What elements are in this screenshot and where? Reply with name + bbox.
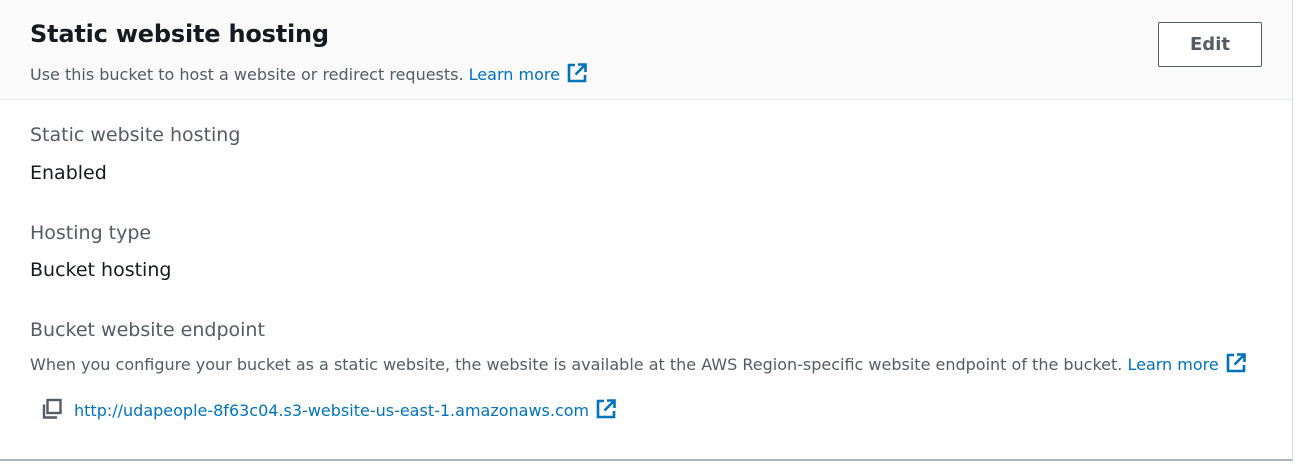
hosting-status-value: Enabled [30,162,107,184]
hosting-type-value: Bucket hosting [30,259,172,281]
endpoint-label: Bucket website endpoint [30,319,265,341]
endpoint-learn-more-label: Learn more [1127,355,1219,374]
endpoint-row: http://udapeople-8f63c04.s3-website-us-e… [40,396,617,422]
panel-description: Use this bucket to host a website or red… [30,62,588,84]
panel-description-text: Use this bucket to host a website or red… [30,65,464,84]
static-website-hosting-panel: Static website hosting Use this bucket t… [0,0,1293,461]
external-link-icon [1226,353,1246,373]
endpoint-description-text: When you configure your bucket as a stat… [30,355,1123,374]
header-learn-more-label: Learn more [468,65,560,84]
endpoint-description: When you configure your bucket as a stat… [30,352,1247,374]
panel-header: Static website hosting Use this bucket t… [0,0,1292,100]
panel-title: Static website hosting [30,20,329,48]
copy-icon[interactable] [40,397,64,421]
endpoint-url-link[interactable]: http://udapeople-8f63c04.s3-website-us-e… [74,398,617,420]
external-link-icon [596,399,616,419]
endpoint-url: http://udapeople-8f63c04.s3-website-us-e… [74,401,590,420]
external-link-icon [567,63,587,83]
header-learn-more-link[interactable]: Learn more [468,63,588,84]
endpoint-learn-more-link[interactable]: Learn more [1127,353,1246,374]
hosting-type-label: Hosting type [30,222,152,244]
edit-button[interactable]: Edit [1158,22,1262,67]
hosting-status-label: Static website hosting [30,124,241,146]
